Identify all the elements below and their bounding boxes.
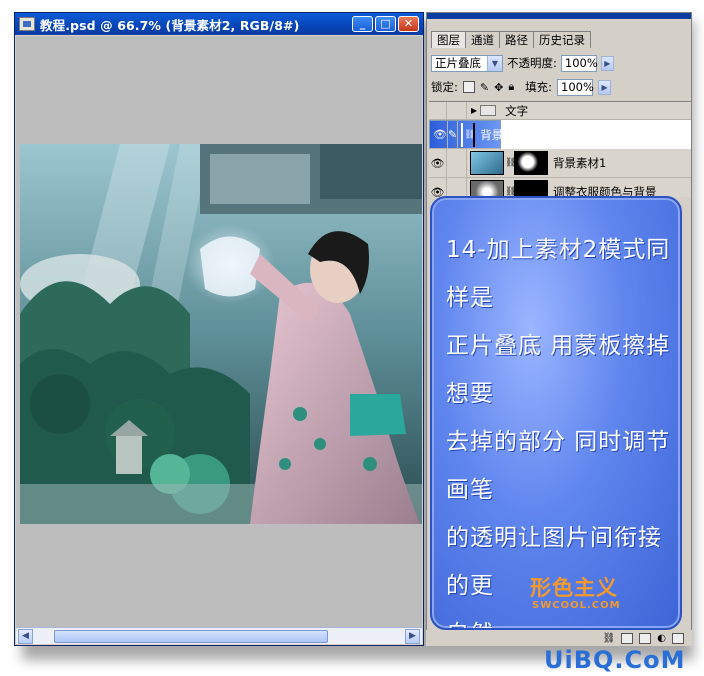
note-text: 14-加上素材2模式同样是 正片叠底 用蒙板擦掉想要 去掉的部分 同时调节画笔 …	[446, 226, 676, 628]
psd-file-icon	[19, 17, 35, 31]
lock-label: 锁定:	[431, 80, 458, 94]
tab-channels[interactable]: 通道	[465, 31, 500, 48]
scroll-left-arrow-icon[interactable]: ◀	[18, 629, 33, 644]
brush-icon[interactable]: ✎	[448, 121, 459, 148]
horizontal-scrollbar[interactable]: ◀ ▶	[16, 627, 422, 644]
tutorial-note: 14-加上素材2模式同样是 正片叠底 用蒙板擦掉想要 去掉的部分 同时调节画笔 …	[430, 196, 682, 630]
layer-mask-thumbnail[interactable]	[473, 122, 476, 147]
blend-opacity-row: 正片叠底 ▼ 不透明度: 100% ▶	[431, 53, 687, 73]
link-column[interactable]	[447, 102, 467, 119]
folder-icon	[480, 105, 497, 116]
chevron-down-icon[interactable]: ▼	[487, 55, 502, 71]
layer-group-text[interactable]: ▶ 文字	[429, 102, 691, 120]
fill-slider-arrow-icon[interactable]: ▶	[598, 79, 612, 95]
layer-mask-thumbnail[interactable]	[514, 151, 548, 175]
expand-triangle-icon[interactable]: ▶	[471, 106, 477, 115]
eye-icon[interactable]: 👁︎	[429, 149, 447, 177]
add-mask-icon[interactable]	[621, 632, 634, 644]
lock-transparency-icon[interactable]	[462, 81, 475, 93]
note-line: 去掉的部分 同时调节画笔	[446, 429, 671, 503]
document-title: 教程.psd @ 66.7% (背景素材2, RGB/8#)	[40, 17, 300, 33]
fill-label: 填充:	[525, 80, 553, 94]
blend-mode-select[interactable]: 正片叠底 ▼	[431, 54, 503, 72]
site-watermark: UiBQ.CoM	[544, 646, 686, 674]
visibility-toggle[interactable]	[429, 102, 447, 119]
note-line: 自然。	[446, 610, 676, 628]
link-column[interactable]	[447, 149, 467, 177]
layer-name: 文字	[505, 103, 529, 118]
scrollbar-thumb[interactable]	[54, 630, 328, 643]
tab-history[interactable]: 历史记录	[533, 31, 591, 48]
lock-brush-icon[interactable]: ✎	[480, 81, 489, 94]
document-window: 教程.psd @ 66.7% (背景素材2, RGB/8#) _ □ ✕ ◀ ▶	[14, 12, 424, 646]
layers-list: ▶ 文字 👁︎ ✎ ⛓︎ 背景素材2 👁︎ ⛓︎ 背景素材1 👁︎ ⛓︎ 调整衣…	[429, 101, 691, 197]
opacity-slider-arrow-icon[interactable]: ▶	[600, 55, 614, 71]
lock-move-icon[interactable]: ✥	[494, 81, 503, 94]
layer-thumbnail	[461, 122, 464, 147]
document-titlebar[interactable]: 教程.psd @ 66.7% (背景素材2, RGB/8#) _ □ ✕	[15, 13, 423, 35]
note-line: 14-加上素材2模式同样是	[446, 237, 671, 311]
new-layer-icon[interactable]	[672, 632, 684, 644]
brand-logo: 形色主义	[530, 576, 618, 600]
link-column[interactable]	[447, 178, 467, 197]
lock-fill-row: 锁定: ✎ ✥ 🔒︎ 填充: 100% ▶	[431, 77, 687, 97]
canvas-area[interactable]	[16, 36, 422, 639]
eye-icon[interactable]: 👁︎	[433, 121, 448, 148]
layer-adjust-clothes-color[interactable]: 👁︎ ⛓︎ 调整衣服颜色与背景	[429, 178, 691, 197]
chain-link-icon[interactable]: ⛓︎	[505, 158, 516, 168]
layer-name: 背景素材1	[553, 156, 607, 170]
panel-titlebar[interactable]	[427, 13, 691, 19]
blend-mode-value: 正片叠底	[435, 56, 481, 70]
brand-logo-url: SWCOOL.COM	[532, 600, 621, 611]
link-layers-icon[interactable]: ⛓︎	[603, 633, 616, 644]
eye-icon[interactable]: 👁︎	[429, 178, 447, 197]
layer-mask-thumbnail[interactable]	[514, 180, 548, 197]
tab-layers[interactable]: 图层	[431, 31, 466, 48]
opacity-input[interactable]: 100%	[560, 54, 598, 72]
layer-background-material-1[interactable]: 👁︎ ⛓︎ 背景素材1	[429, 149, 691, 178]
screenshot-frame: 教程.psd @ 66.7% (背景素材2, RGB/8#) _ □ ✕ ◀ ▶…	[0, 0, 704, 676]
new-group-icon[interactable]	[639, 632, 652, 644]
artwork-image	[20, 144, 422, 524]
layer-background-material-2[interactable]: 👁︎ ✎ ⛓︎ 背景素材2	[429, 120, 534, 149]
scroll-right-arrow-icon[interactable]: ▶	[405, 629, 420, 644]
fill-input[interactable]: 100%	[557, 78, 594, 96]
minimize-button[interactable]: _	[352, 16, 373, 32]
adjustment-layer-icon[interactable]: ◐	[657, 633, 666, 644]
close-button[interactable]: ✕	[398, 16, 419, 32]
maximize-button[interactable]: □	[375, 16, 396, 32]
chain-link-icon[interactable]: ⛓︎	[464, 130, 475, 140]
layer-thumbnail	[470, 151, 504, 175]
lock-all-icon[interactable]: 🔒︎	[508, 80, 514, 94]
adjustment-thumbnail	[470, 180, 504, 197]
tab-paths[interactable]: 路径	[499, 31, 534, 48]
panel-tabs: 图层 通道 路径 历史记录	[431, 31, 591, 48]
layer-name: 背景素材2	[480, 127, 534, 142]
opacity-label: 不透明度:	[507, 56, 557, 70]
panel-bottom-toolbar: ⛓︎ ◐	[426, 630, 692, 646]
note-line: 正片叠底 用蒙板擦掉想要	[446, 333, 671, 407]
